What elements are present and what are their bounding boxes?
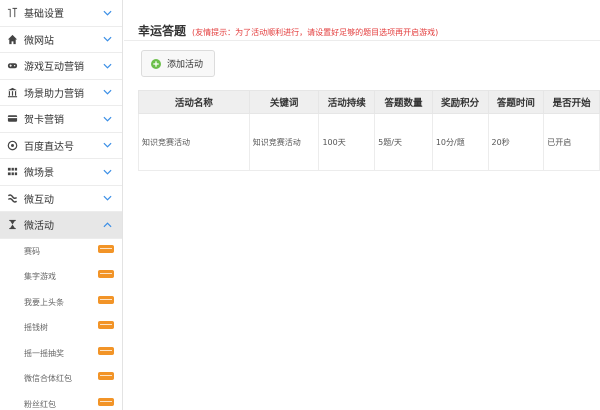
page-title: 幸运答题 (138, 24, 187, 38)
chevron-down-icon (103, 10, 112, 16)
sidebar-item-label: 基础设置 (24, 9, 64, 21)
sidebar-item-label: 游戏互动营销 (24, 62, 84, 74)
new-badge (98, 397, 114, 406)
sidebar-subitem[interactable]: 粉丝红包 (0, 392, 122, 410)
cell-answer-time: 20秒 (487, 113, 545, 171)
cell-question-count: 5题/天 (374, 113, 433, 171)
hourglass-icon (6, 219, 18, 231)
card-icon (6, 113, 18, 125)
title-row: 幸运答题 (友情提示：为了活动顺利进行，请设置好足够的题目选项再开启游戏) (138, 22, 438, 39)
sidebar-item-micro-activity[interactable]: 微活动 (0, 212, 122, 239)
sidebar-item-game-marketing[interactable]: 游戏互动营销 (0, 53, 122, 80)
sidebar-item-scene-marketing[interactable]: 场景助力营销 (0, 80, 122, 106)
chevron-down-icon (103, 90, 112, 95)
plus-circle-icon (151, 58, 161, 69)
new-badge (98, 244, 114, 253)
page-tip: (友情提示：为了活动顺利进行，请设置好足够的题目选项再开启游戏) (192, 28, 439, 37)
sidebar-item-micro-scene[interactable]: 微场景 (0, 159, 122, 186)
interact-icon (6, 192, 18, 204)
column-header-started: 是否开始 (543, 90, 600, 114)
column-header-keyword: 关键词 (248, 90, 320, 114)
sidebar-item-greeting-card[interactable]: 贺卡营销 (0, 106, 122, 133)
sidebar-item-label: 百度直达号 (24, 141, 74, 153)
chevron-down-icon (103, 37, 112, 42)
divider (124, 40, 600, 41)
sidebar-item-label: 微网站 (24, 35, 54, 47)
sidebar-item-label: 微互动 (24, 194, 54, 206)
cell-duration: 100天 (318, 113, 376, 171)
column-header-name: 活动名称 (138, 90, 250, 114)
sidebar-subitem[interactable]: 我要上头条 (0, 290, 122, 316)
gamepad-icon (6, 60, 18, 72)
column-header-reward-points: 奖励积分 (431, 90, 489, 114)
sidebar-item-micro-site[interactable]: 微网站 (0, 27, 122, 53)
add-activity-label: 添加活动 (167, 60, 204, 70)
column-header-answer-time: 答题时间 (487, 90, 545, 114)
sidebar-subitem[interactable]: 微信合体红包 (0, 366, 122, 392)
sidebar-item-basic-settings[interactable]: 基础设置 (0, 0, 122, 27)
chevron-up-icon (103, 222, 112, 227)
tools-icon (6, 7, 18, 19)
chevron-down-icon (103, 116, 112, 122)
cell-keyword: 知识竞赛活动 (248, 113, 320, 171)
new-badge (98, 372, 114, 380)
app-window: 基础设置 微网站 游戏互动营销 场景助力营销 贺卡营销 百度直达号 微场景 微互… (0, 0, 600, 410)
column-header-duration: 活动持续 (318, 90, 376, 114)
sidebar-item-baidu-direct[interactable]: 百度直达号 (0, 133, 122, 159)
main-content: 幸运答题 (友情提示：为了活动顺利进行，请设置好足够的题目选项再开启游戏) 添加… (124, 0, 600, 410)
table-row[interactable]: 知识竞赛活动 知识竞赛活动 100天 5题/天 10分/题 20秒 已开启 (138, 113, 600, 171)
sidebar-submenu: 赛码 集字游戏 我要上头条 摇钱树 摇一摇抽奖 微信合体红包 粉丝红包 (0, 239, 122, 410)
new-badge (98, 321, 114, 329)
new-badge (98, 295, 114, 304)
sidebar-subitem[interactable]: 赛码 (0, 239, 122, 265)
activity-table: 活动名称 关键词 活动持续 答题数量 奖励积分 答题时间 是否开始 知识竞赛活动… (138, 90, 600, 171)
sidebar-subitem[interactable]: 摇一摇抽奖 (0, 341, 122, 367)
sidebar-item-micro-interact[interactable]: 微互动 (0, 186, 122, 212)
baidu-icon (6, 139, 18, 151)
add-activity-button[interactable]: 添加活动 (141, 50, 215, 77)
new-badge (98, 346, 114, 355)
cell-reward-points: 10分/题 (431, 113, 489, 171)
bank-icon (6, 86, 18, 98)
chevron-down-icon (103, 169, 112, 175)
table-header-row: 活动名称 关键词 活动持续 答题数量 奖励积分 答题时间 是否开始 (138, 90, 600, 114)
new-badge (98, 270, 114, 278)
grid-icon (6, 166, 18, 178)
sidebar-subitem[interactable]: 摇钱树 (0, 315, 122, 341)
chevron-down-icon (103, 196, 112, 201)
sidebar: 基础设置 微网站 游戏互动营销 场景助力营销 贺卡营销 百度直达号 微场景 微互… (0, 0, 123, 410)
column-header-question-count: 答题数量 (374, 90, 433, 114)
home-icon (6, 33, 18, 45)
chevron-down-icon (103, 63, 112, 69)
sidebar-item-label: 微活动 (24, 221, 54, 233)
sidebar-subitem[interactable]: 集字游戏 (0, 264, 122, 290)
cell-started: 已开启 (543, 113, 600, 171)
sidebar-item-label: 贺卡营销 (24, 115, 64, 127)
sidebar-item-label: 场景助力营销 (24, 88, 84, 100)
chevron-down-icon (103, 143, 112, 148)
sidebar-item-label: 微场景 (24, 168, 54, 180)
cell-name: 知识竞赛活动 (138, 113, 250, 171)
